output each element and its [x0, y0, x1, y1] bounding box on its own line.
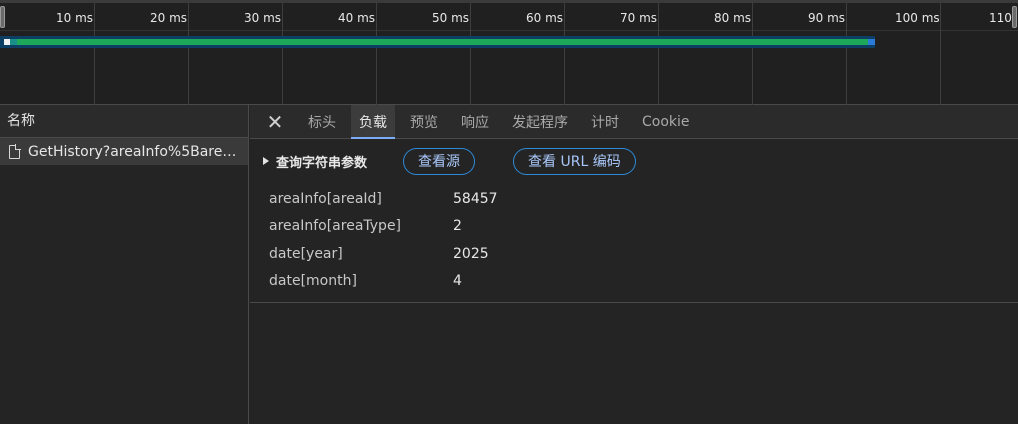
- tab-preview[interactable]: 预览: [402, 105, 446, 138]
- param-row: date[year] 2025: [250, 240, 1018, 268]
- section-divider: [250, 302, 1018, 303]
- timeline-header-separator: [0, 30, 1018, 31]
- request-name: GetHistory?areaInfo%5Bare…: [28, 143, 237, 160]
- timeline-right-handle[interactable]: [1012, 6, 1017, 28]
- document-icon: [9, 143, 21, 159]
- tab-headers[interactable]: 标头: [300, 105, 344, 138]
- waterfall-wait-segment: [10, 39, 17, 45]
- tab-payload[interactable]: 负载: [351, 105, 395, 139]
- param-row: areaInfo[areaId] 58457: [250, 185, 1018, 213]
- param-value: 2: [453, 218, 462, 235]
- tick-line: [282, 3, 283, 105]
- waterfall-download-segment: [17, 39, 868, 45]
- param-row: date[month] 4: [250, 268, 1018, 296]
- tick-label: 40 ms: [338, 11, 376, 25]
- tab-cookies[interactable]: Cookie: [634, 105, 698, 138]
- tick-label: 90 ms: [808, 11, 846, 25]
- param-value: 4: [453, 273, 462, 290]
- name-column-header[interactable]: 名称: [0, 105, 248, 138]
- param-key: areaInfo[areaId]: [269, 190, 382, 207]
- tick-label: 30 ms: [244, 11, 282, 25]
- section-title[interactable]: 查询字符串参数: [276, 152, 367, 171]
- param-key: areaInfo[areaType]: [269, 218, 402, 235]
- tick-line: [94, 3, 95, 105]
- param-value: 2025: [453, 245, 489, 262]
- tick-line: [940, 3, 941, 105]
- tick-label: 20 ms: [150, 11, 188, 25]
- request-list: 名称 GetHistory?areaInfo%5Bare…: [0, 105, 249, 424]
- request-details: ✕ 标头 负载 预览 响应 发起程序 计时 Cookie 查询字符串参数 查看源…: [250, 105, 1018, 424]
- tab-response[interactable]: 响应: [453, 105, 497, 138]
- tick-line: [376, 3, 377, 105]
- tick-line: [658, 3, 659, 105]
- tick-label: 110: [989, 11, 1012, 25]
- tab-initiator[interactable]: 发起程序: [504, 105, 576, 138]
- details-tabbar: ✕ 标头 负载 预览 响应 发起程序 计时 Cookie: [250, 105, 1018, 139]
- param-row: areaInfo[areaType] 2: [250, 213, 1018, 241]
- param-value: 58457: [453, 190, 498, 207]
- tick-label: 50 ms: [432, 11, 470, 25]
- timeline-overview[interactable]: 10 ms 20 ms 30 ms 40 ms 50 ms 60 ms 70 m…: [0, 0, 1018, 105]
- request-row[interactable]: GetHistory?areaInfo%5Bare…: [0, 138, 248, 165]
- close-icon[interactable]: ✕: [264, 105, 286, 138]
- tick-line: [470, 3, 471, 105]
- tick-label: 100 ms: [895, 11, 940, 25]
- query-params-section-header: 查询字符串参数 查看源 查看 URL 编码: [250, 139, 1018, 183]
- tick-label: 60 ms: [526, 11, 564, 25]
- tab-timing[interactable]: 计时: [583, 105, 627, 138]
- tick-line: [846, 3, 847, 105]
- timeline-left-handle[interactable]: [0, 6, 5, 28]
- view-source-button[interactable]: 查看源: [403, 147, 476, 175]
- query-params-list: areaInfo[areaId] 58457 areaInfo[areaType…: [250, 183, 1018, 295]
- tick-line: [752, 3, 753, 105]
- waterfall-end-segment: [868, 39, 875, 45]
- view-url-encoded-button[interactable]: 查看 URL 编码: [513, 147, 636, 175]
- devtools-network-panel: 10 ms 20 ms 30 ms 40 ms 50 ms 60 ms 70 m…: [0, 0, 1018, 424]
- expand-triangle-icon[interactable]: [263, 157, 269, 165]
- tick-label: 70 ms: [620, 11, 658, 25]
- tick-line: [188, 3, 189, 105]
- tick-label: 10 ms: [56, 11, 94, 25]
- param-key: date[month]: [269, 273, 357, 290]
- tick-label: 80 ms: [714, 11, 752, 25]
- param-key: date[year]: [269, 245, 343, 262]
- tick-line: [564, 3, 565, 105]
